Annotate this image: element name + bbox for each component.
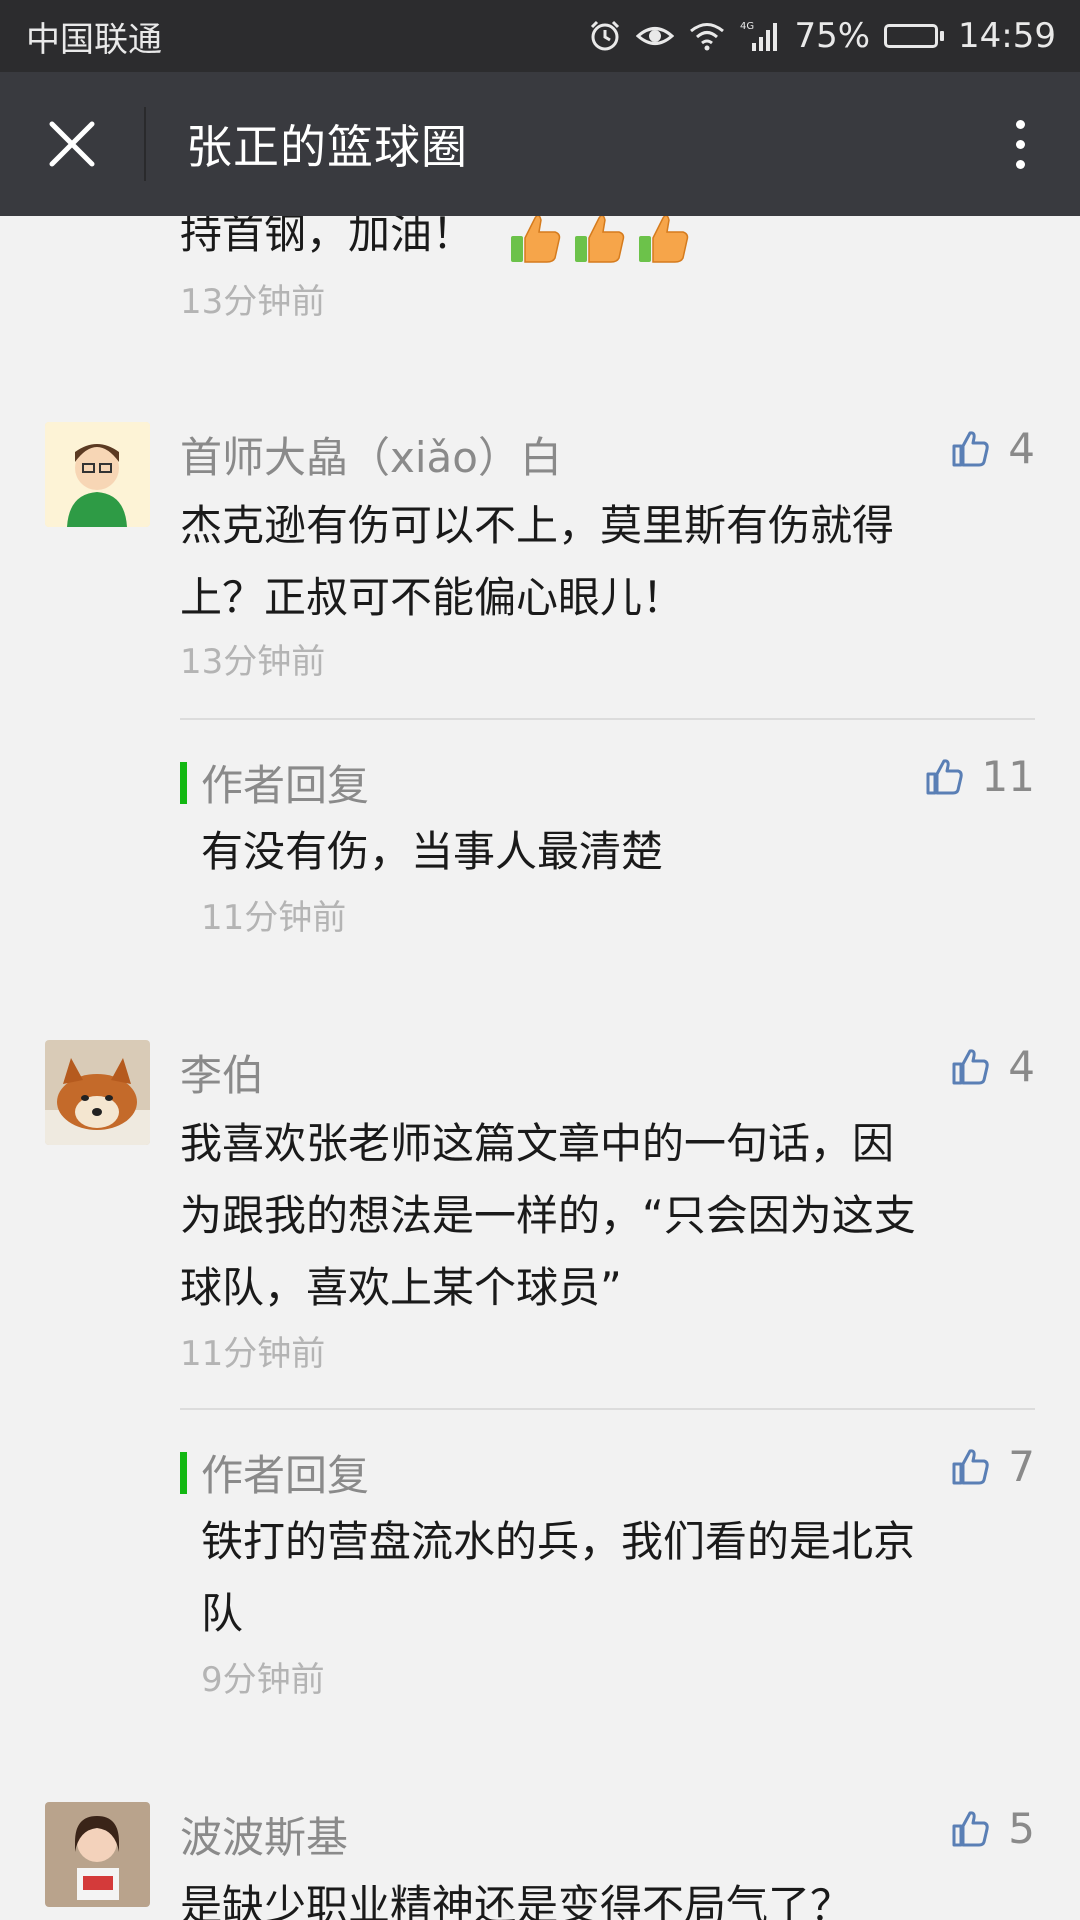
- comment-text-line: 是缺少职业精神还是变得不局气了？: [180, 1881, 853, 1920]
- like-count: 4: [1008, 1042, 1035, 1091]
- like-count: 7: [1008, 1442, 1035, 1491]
- like-count: 11: [981, 752, 1035, 801]
- like-button[interactable]: 5: [950, 1804, 1035, 1853]
- thumbs-up-icon: [952, 1448, 989, 1484]
- title-bar: 张正的篮球圈: [0, 72, 1080, 216]
- reply-like-button[interactable]: 11: [924, 752, 1035, 801]
- comment-author[interactable]: 李伯: [180, 1042, 264, 1103]
- reply-text-line: 铁打的营盘流水的兵，我们看的是北京: [201, 1517, 916, 1566]
- reply-time: 11分钟前: [201, 898, 347, 938]
- clock: 14:59: [958, 16, 1056, 56]
- reply-accent-bar: [180, 761, 187, 804]
- avatar[interactable]: [45, 1802, 150, 1907]
- divider: [180, 1408, 1035, 1410]
- partial-comment-text: 持首钢，加油！: [180, 216, 693, 270]
- signal-4g-icon: 4G: [740, 19, 780, 53]
- comment-author[interactable]: 波波斯基: [180, 1804, 348, 1865]
- comment-text-line: 杰克逊有伤可以不上，莫里斯有伤就得: [180, 501, 895, 550]
- avatar[interactable]: [45, 422, 150, 527]
- close-button[interactable]: [0, 72, 144, 216]
- thumbs-up-icon: [952, 430, 989, 466]
- thumbs-up-icon: [952, 1810, 989, 1846]
- thumbs-up-emoji-icon: [511, 216, 561, 263]
- comment-time: 11分钟前: [180, 1334, 326, 1374]
- comment-list[interactable]: 持首钢，加油！ 13分钟前 首师大皛（xiǎo）白 4 杰克逊有伤可以不上，莫里…: [0, 216, 1080, 1920]
- comment-text-line: 上？正叔可不能偏心眼儿！: [180, 573, 685, 622]
- divider: [180, 718, 1035, 720]
- thumbs-up-emoji-icon: [575, 216, 625, 263]
- reply-text-line: 有没有伤，当事人最清楚: [201, 827, 664, 876]
- wifi-icon: [688, 21, 726, 51]
- like-count: 4: [1008, 424, 1035, 473]
- comment-text-line: 为跟我的想法是一样的，“只会因为这支: [180, 1191, 916, 1240]
- like-count: 5: [1008, 1804, 1035, 1853]
- battery-icon: [884, 24, 945, 48]
- author-reply-label: 作者回复: [180, 752, 369, 813]
- partial-comment-time: 13分钟前: [180, 282, 326, 322]
- thumbs-up-icon: [926, 758, 963, 794]
- author-reply-label: 作者回复: [180, 1442, 369, 1503]
- thumbs-up-icon: [952, 1048, 989, 1084]
- page-title: 张正的篮球圈: [186, 120, 468, 174]
- battery-percent: 75%: [794, 16, 871, 56]
- svg-text:4G: 4G: [740, 21, 754, 32]
- like-button[interactable]: 4: [950, 424, 1035, 473]
- alarm-icon: [588, 19, 622, 53]
- like-button[interactable]: 4: [950, 1042, 1035, 1091]
- avatar[interactable]: [45, 1040, 150, 1145]
- reply-time: 9分钟前: [201, 1660, 325, 1700]
- more-menu-button[interactable]: [970, 72, 1070, 216]
- carrier-label: 中国联通: [26, 19, 162, 60]
- status-bar: 中国联通 4G 75% 14:59: [0, 0, 1080, 72]
- close-icon: [49, 121, 95, 167]
- reply-text-line: 队: [201, 1589, 244, 1638]
- comment-text-line: 球队，喜欢上某个球员”: [180, 1263, 622, 1312]
- status-icons: 4G 75% 14:59: [588, 16, 1056, 56]
- reply-like-button[interactable]: 7: [950, 1442, 1035, 1491]
- comment-author[interactable]: 首师大皛（xiǎo）白: [180, 424, 562, 485]
- comment-text-line: 我喜欢张老师这篇文章中的一句话，因: [180, 1119, 895, 1168]
- more-icon: [1015, 119, 1025, 129]
- eye-icon: [636, 21, 675, 51]
- comment-time: 13分钟前: [180, 642, 326, 682]
- title-divider: [144, 107, 146, 181]
- reply-accent-bar: [180, 1451, 187, 1494]
- thumbs-up-emoji-icon: [639, 216, 689, 263]
- thumbs-up-emojis: [507, 216, 693, 266]
